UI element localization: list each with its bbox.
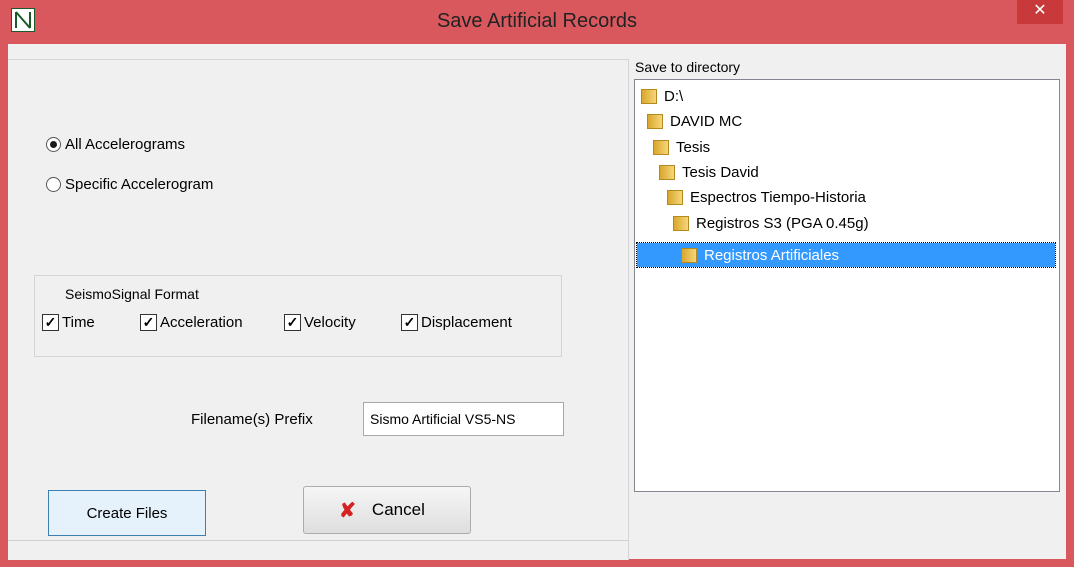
folder-icon: [647, 112, 664, 130]
panel-divider: [8, 540, 628, 541]
create-files-button[interactable]: Create Files: [48, 490, 206, 536]
tree-item-registros-s3[interactable]: Registros S3 (PGA 0.45g): [673, 211, 869, 235]
filename-prefix-input[interactable]: [363, 402, 564, 436]
cancel-label: Cancel: [371, 500, 425, 519]
checkmark-icon[interactable]: ✓: [401, 314, 418, 331]
tree-item-espectros[interactable]: Espectros Tiempo-Historia: [667, 185, 866, 209]
checkmark-icon[interactable]: ✓: [140, 314, 157, 331]
tree-item-registros-artificiales[interactable]: Registros Artificiales: [636, 242, 1056, 268]
radio-selected-icon[interactable]: [46, 137, 61, 152]
filename-prefix-label: Filename(s) Prefix: [191, 411, 313, 428]
save-to-directory-label: Save to directory: [632, 59, 744, 75]
title-bar[interactable]: Save Artificial Records ✕: [0, 0, 1074, 45]
tree-item-label: Tesis: [676, 138, 711, 156]
create-files-label: Create Files: [86, 504, 168, 522]
close-icon: ✕: [1033, 2, 1047, 19]
directory-tree[interactable]: D:\ DAVID MC Tesis Tesis David Espectros…: [634, 79, 1060, 492]
tree-item-label: D:\: [664, 87, 684, 105]
displacement-checkbox[interactable]: ✓ Displacement: [401, 314, 512, 331]
checkmark-icon[interactable]: ✓: [284, 314, 301, 331]
cancel-button[interactable]: ✘ Cancel: [303, 486, 471, 534]
tree-item-tesis-david[interactable]: Tesis David: [659, 160, 759, 184]
velocity-label: Velocity: [304, 314, 356, 331]
tree-item-label: DAVID MC: [670, 112, 743, 130]
time-checkbox[interactable]: ✓ Time: [42, 314, 95, 331]
window-title: Save Artificial Records: [436, 10, 638, 32]
folder-icon: [659, 163, 676, 181]
format-group-title: SeismoSignal Format: [63, 286, 201, 302]
folder-icon: [667, 188, 684, 206]
folder-icon: [653, 138, 670, 156]
checkmark-icon[interactable]: ✓: [42, 314, 59, 331]
folder-icon: [681, 246, 698, 264]
acceleration-label: Acceleration: [160, 314, 243, 331]
close-button[interactable]: ✕: [1017, 0, 1063, 24]
folder-icon: [641, 87, 658, 105]
all-accelerograms-radio[interactable]: All Accelerograms: [46, 136, 185, 153]
tree-item-tesis[interactable]: Tesis: [653, 135, 710, 159]
tree-item-david-mc[interactable]: DAVID MC: [647, 109, 742, 133]
tree-item-label: Tesis David: [682, 163, 759, 181]
specific-accelerogram-label: Specific Accelerogram: [65, 176, 214, 193]
cancel-x-icon: ✘: [339, 499, 356, 522]
save-dialog-window: Save Artificial Records ✕ All Accelerogr…: [0, 0, 1074, 567]
tree-item-label: Registros Artificiales: [704, 246, 840, 264]
tree-item-label: Espectros Tiempo-Historia: [690, 188, 866, 206]
tree-item-label: Registros S3 (PGA 0.45g): [696, 214, 869, 232]
all-accelerograms-label: All Accelerograms: [65, 136, 186, 153]
folder-icon: [673, 214, 690, 232]
displacement-label: Displacement: [421, 314, 512, 331]
specific-accelerogram-radio[interactable]: Specific Accelerogram: [46, 176, 213, 193]
acceleration-checkbox[interactable]: ✓ Acceleration: [140, 314, 243, 331]
time-label: Time: [62, 314, 95, 331]
tree-item-drive[interactable]: D:\: [641, 84, 683, 108]
velocity-checkbox[interactable]: ✓ Velocity: [284, 314, 356, 331]
radio-unselected-icon[interactable]: [46, 177, 61, 192]
